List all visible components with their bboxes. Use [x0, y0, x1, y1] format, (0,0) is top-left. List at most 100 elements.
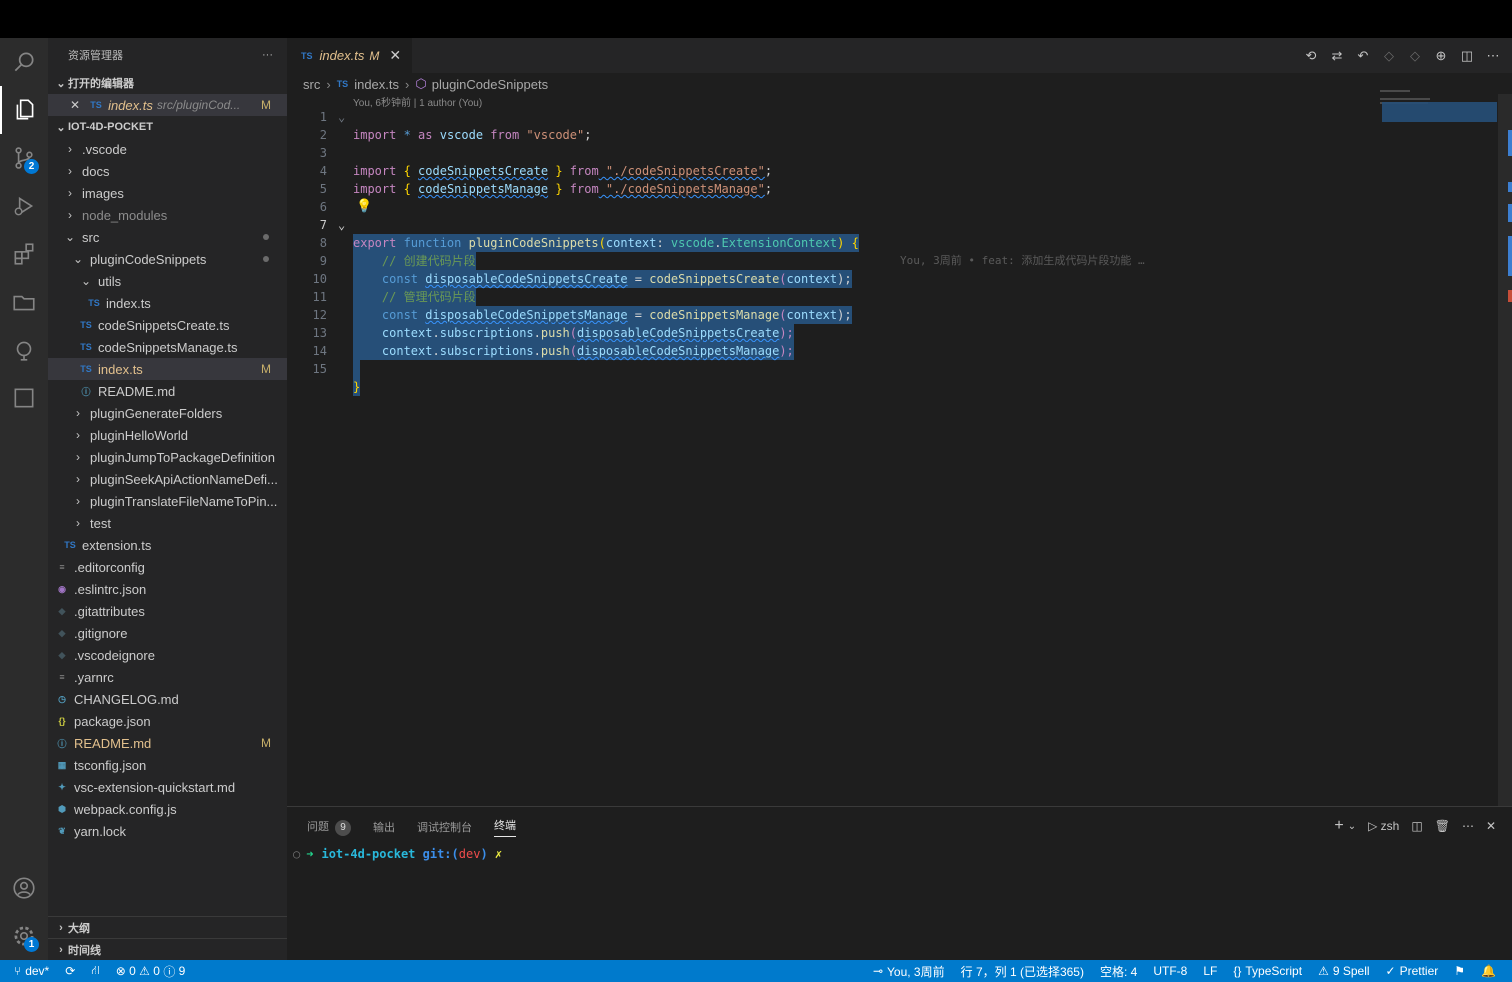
terminal-shell-selector[interactable]: ▷ zsh [1368, 819, 1399, 833]
open-editor-item[interactable]: ✕ TS index.ts src/pluginCod... M [48, 94, 287, 116]
chevron-down-icon[interactable]: ⌄ [1348, 821, 1356, 832]
breadcrumb-src[interactable]: src [303, 77, 320, 92]
fold-chevron-icon[interactable]: ⌄ [338, 216, 345, 234]
tree-item[interactable]: ◆ .gitignore [48, 622, 287, 644]
panel-view-icon[interactable] [0, 374, 48, 422]
account-icon[interactable] [0, 864, 48, 912]
tree-item[interactable]: ⓘ README.md M [48, 732, 287, 754]
tree-item[interactable]: ⌄ pluginCodeSnippets [48, 248, 287, 270]
breadcrumb-file[interactable]: index.ts [354, 77, 399, 92]
tree-item[interactable]: ◆ .gitattributes [48, 600, 287, 622]
tree-item[interactable]: › images [48, 182, 287, 204]
tree-item[interactable]: TS codeSnippetsCreate.ts [48, 314, 287, 336]
tree-item[interactable]: › pluginTranslateFileNameToPin... [48, 490, 287, 512]
next-change-icon[interactable]: ◇ [1406, 47, 1424, 65]
tree-item[interactable]: › node_modules [48, 204, 287, 226]
more-actions-icon[interactable]: ⋯ [1484, 47, 1502, 65]
tree-item[interactable]: › pluginGenerateFolders [48, 402, 287, 424]
lightbulb-icon[interactable]: 💡 [356, 198, 372, 216]
tree-item[interactable]: › docs [48, 160, 287, 182]
timeline-section[interactable]: › 时间线 [48, 938, 287, 960]
notifications-button[interactable]: 🔔 [1473, 960, 1504, 982]
tree-item-label: .gitattributes [74, 603, 145, 619]
previous-change-icon[interactable]: ◇ [1380, 47, 1398, 65]
tab-problems[interactable]: 问题 9 [307, 818, 351, 836]
feedback-button[interactable]: ⚑ [1446, 960, 1473, 982]
explorer-icon[interactable] [0, 86, 48, 134]
tree-item[interactable]: › pluginHelloWorld [48, 424, 287, 446]
tree-item[interactable]: {} package.json [48, 710, 287, 732]
tree-item[interactable]: ⬢ webpack.config.js [48, 798, 287, 820]
language-mode[interactable]: {} TypeScript [1225, 960, 1310, 982]
tree-item[interactable]: ≡ .yarnrc [48, 666, 287, 688]
split-terminal-icon[interactable]: ◫ [1411, 819, 1422, 833]
revert-icon[interactable]: ↶ [1354, 47, 1372, 65]
branch-indicator[interactable]: ⑂ dev* [6, 960, 57, 982]
split-editor-icon[interactable]: ◫ [1458, 47, 1476, 65]
tree-item[interactable]: TS index.ts [48, 292, 287, 314]
tree-item[interactable]: ⌄ src [48, 226, 287, 248]
remote-explorer-icon[interactable] [0, 326, 48, 374]
tree-item[interactable]: › test [48, 512, 287, 534]
extensions-icon[interactable] [0, 230, 48, 278]
close-icon[interactable]: ✕ [70, 98, 80, 112]
cursor-position[interactable]: 行 7，列 1 (已选择365) [953, 960, 1092, 982]
tree-item[interactable]: ◆ .vscodeignore [48, 644, 287, 666]
fold-chevron-icon[interactable]: ⌄ [338, 108, 345, 126]
outline-section[interactable]: › 大纲 [48, 916, 287, 938]
indentation[interactable]: 空格: 4 [1092, 960, 1145, 982]
tab-terminal[interactable]: 终端 [494, 817, 516, 837]
minimap[interactable] [1380, 90, 1498, 130]
tree-item[interactable]: ≡ .editorconfig [48, 556, 287, 578]
encoding[interactable]: UTF-8 [1145, 960, 1195, 982]
chevron-right-icon: › [76, 472, 80, 486]
source-control-icon[interactable]: 2 [0, 134, 48, 182]
open-editors-header[interactable]: ⌄ 打开的编辑器 [48, 72, 287, 94]
settings-gear-icon[interactable]: 1 [0, 912, 48, 960]
codelens-blame[interactable]: You, 6秒钟前 | 1 author (You) [353, 94, 482, 109]
tree-item[interactable]: › pluginSeekApiActionNameDefi... [48, 468, 287, 490]
tree-item[interactable]: TS index.ts M [48, 358, 287, 380]
explorer-more-button[interactable]: ··· [262, 49, 273, 61]
run-debug-icon[interactable] [0, 182, 48, 230]
tree-item[interactable]: ▦ tsconfig.json [48, 754, 287, 776]
close-panel-icon[interactable]: ✕ [1486, 819, 1496, 833]
tab-debug-console[interactable]: 调试控制台 [417, 819, 472, 835]
project-header[interactable]: ⌄ IOT-4D-POCKET [48, 116, 287, 138]
tab-output[interactable]: 输出 [373, 819, 395, 835]
tree-item[interactable]: › pluginJumpToPackageDefinition [48, 446, 287, 468]
breadcrumb-symbol[interactable]: pluginCodeSnippets [432, 77, 548, 92]
tab-index-ts[interactable]: TS index.ts M ✕ [287, 38, 412, 73]
tree-item[interactable]: ◷ CHANGELOG.md [48, 688, 287, 710]
compare-changes-icon[interactable]: ⇄ [1328, 47, 1346, 65]
terminal-prompt[interactable]: ○ ➜ iot-4d-pocket git:(dev) ✗ [293, 847, 502, 861]
close-tab-icon[interactable]: ✕ [389, 47, 401, 64]
tree-item[interactable]: TS extension.ts [48, 534, 287, 556]
history-icon[interactable]: ⟲ [1302, 47, 1320, 65]
spell-checker[interactable]: ⚠ 9 Spell [1310, 960, 1377, 982]
open-preview-icon[interactable]: ⊕ [1432, 47, 1450, 65]
end-of-line[interactable]: LF [1195, 960, 1225, 982]
tree-item[interactable]: ❦ yarn.lock [48, 820, 287, 842]
tree-item[interactable]: ⓘ README.md [48, 380, 287, 402]
trash-icon[interactable]: 🗑 [1435, 819, 1450, 833]
git-blame-status[interactable]: ⊸ You, 3周前 [865, 960, 953, 982]
problems-indicator[interactable]: ⊗ 0 ⚠ 0 ⓘ 9 [108, 960, 194, 982]
tree-item-label: .editorconfig [74, 559, 145, 575]
prettier-status[interactable]: ✓ Prettier [1378, 960, 1447, 982]
sync-button[interactable]: ⟳ [57, 960, 83, 982]
config-file-icon: ≡ [59, 672, 65, 682]
new-terminal-icon[interactable]: + [1334, 817, 1343, 835]
project-manager-icon[interactable] [0, 278, 48, 326]
tree-item[interactable]: › .vscode [48, 138, 287, 160]
code-editor[interactable]: 1 ⌄ import * as vscode from "vscode"; 2 3… [300, 108, 1380, 396]
tree-item[interactable]: ✦ vsc-extension-quickstart.md [48, 776, 287, 798]
search-icon[interactable] [0, 38, 48, 86]
editor-scrollbar[interactable] [1498, 94, 1512, 806]
git-graph-button[interactable]: ⛙ [83, 960, 107, 982]
more-actions-icon[interactable]: ⋯ [1462, 819, 1474, 833]
git-file-icon: ◆ [58, 627, 66, 638]
tree-item[interactable]: TS codeSnippetsManage.ts [48, 336, 287, 358]
tree-item[interactable]: ◉ .eslintrc.json [48, 578, 287, 600]
tree-item[interactable]: ⌄ utils [48, 270, 287, 292]
